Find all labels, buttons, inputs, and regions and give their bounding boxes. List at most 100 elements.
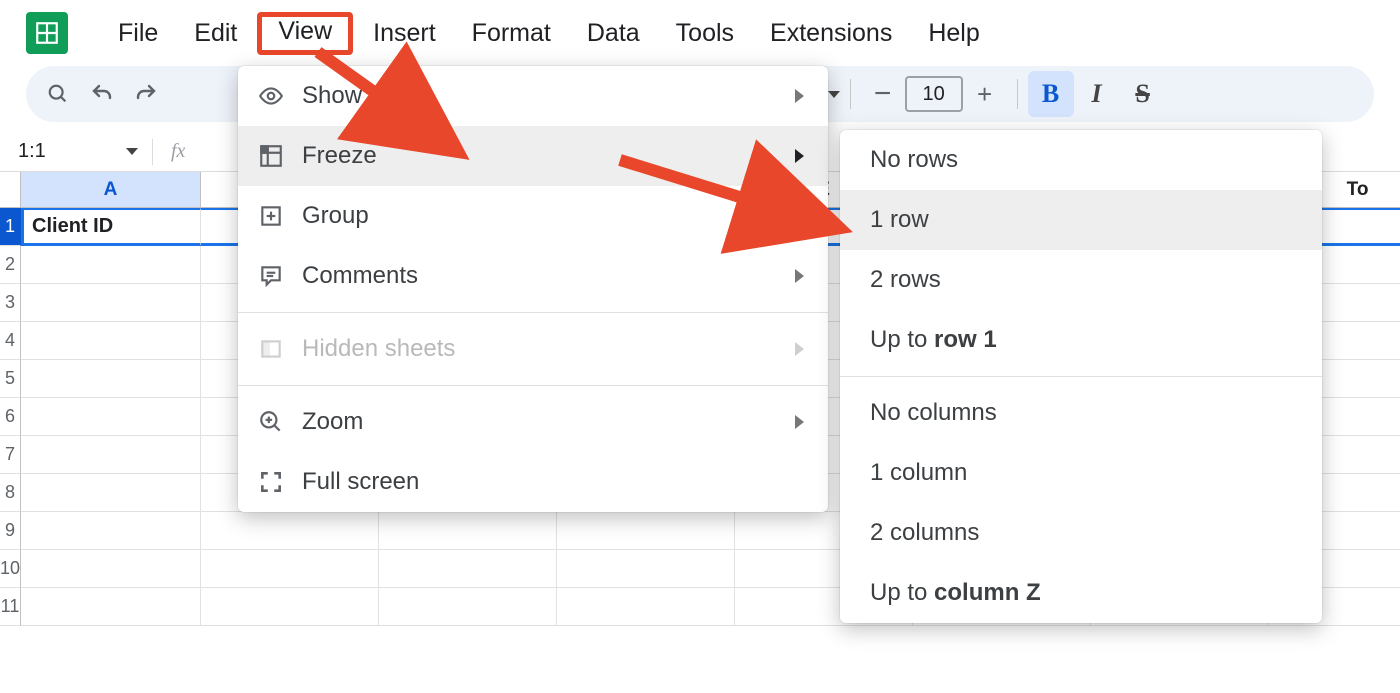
cell[interactable] [21,284,201,322]
italic-button[interactable]: I [1074,71,1120,117]
menu-extensions[interactable]: Extensions [754,13,908,54]
menu-label: Hidden sheets [302,335,795,363]
row-header[interactable]: 11 [0,588,21,626]
cell[interactable] [21,512,201,550]
menubar: File Edit View Insert Format Data Tools … [0,0,1400,66]
view-show[interactable]: Show [238,66,828,126]
strikethrough-button[interactable]: S [1120,71,1166,117]
row-header[interactable]: 8 [0,474,21,512]
cell[interactable] [379,512,557,550]
group-icon [258,203,302,229]
row-header[interactable]: 2 [0,246,21,284]
menu-label: Group [302,202,795,230]
cell[interactable] [21,550,201,588]
chevron-down-icon [126,148,138,155]
freeze-1-column[interactable]: 1 column [840,443,1322,503]
font-size-increase[interactable]: + [963,72,1007,116]
cell[interactable] [21,360,201,398]
view-comments[interactable]: Comments [238,246,828,306]
row-header[interactable]: 4 [0,322,21,360]
freeze-2-columns[interactable]: 2 columns [840,503,1322,563]
cell[interactable] [379,550,557,588]
freeze-submenu: No rows 1 row 2 rows Up to row 1 No colu… [840,130,1322,623]
fullscreen-icon [258,469,302,495]
submenu-arrow-icon [795,209,804,223]
menu-separator [238,312,828,313]
row-header[interactable]: 10 [0,550,21,588]
cell[interactable] [201,588,379,626]
chevron-down-icon [828,91,840,98]
menu-label: Show [302,82,795,110]
freeze-icon [258,143,302,169]
cell[interactable] [379,588,557,626]
menu-tools[interactable]: Tools [660,13,750,54]
cell[interactable] [557,588,735,626]
freeze-up-to-column[interactable]: Up to column Z [840,563,1322,623]
fx-icon: fx [171,140,185,163]
font-size-input[interactable]: 10 [905,76,963,112]
menu-label: Freeze [302,142,795,170]
submenu-arrow-icon [795,269,804,283]
view-hidden-sheets: Hidden sheets [238,319,828,379]
menu-label: Full screen [302,468,804,496]
menu-edit[interactable]: Edit [178,13,253,54]
row-header[interactable]: 7 [0,436,21,474]
menu-label: Comments [302,262,795,290]
undo-icon[interactable] [80,72,124,116]
menu-file[interactable]: File [102,13,174,54]
font-size-decrease[interactable]: − [861,72,905,116]
comments-icon [258,263,302,289]
cell[interactable] [21,588,201,626]
view-fullscreen[interactable]: Full screen [238,452,828,512]
cell[interactable] [21,474,201,512]
freeze-2-rows[interactable]: 2 rows [840,250,1322,310]
column-header[interactable]: A [21,172,201,208]
menu-separator [238,385,828,386]
view-zoom[interactable]: Zoom [238,392,828,452]
cell[interactable] [21,398,201,436]
menu-separator [840,376,1322,377]
sheets-logo-icon [26,12,68,54]
submenu-arrow-icon [795,415,804,429]
name-box[interactable]: 1:1 [10,140,152,163]
redo-icon[interactable] [124,72,168,116]
cell[interactable] [21,246,201,284]
submenu-arrow-icon [795,342,804,356]
menu-help[interactable]: Help [912,13,995,54]
freeze-no-columns[interactable]: No columns [840,383,1322,443]
row-header[interactable]: 1 [0,208,21,246]
cell[interactable] [21,322,201,360]
submenu-arrow-icon [795,149,804,163]
search-icon[interactable] [36,72,80,116]
view-group[interactable]: Group [238,186,828,246]
menu-insert[interactable]: Insert [357,13,452,54]
cell[interactable] [557,550,735,588]
submenu-arrow-icon [795,89,804,103]
freeze-no-rows[interactable]: No rows [840,130,1322,190]
view-menu: Show Freeze Group Comments Hidden sheets [238,66,828,512]
row-header[interactable]: 9 [0,512,21,550]
eye-icon [258,83,302,109]
separator [850,79,851,109]
cell[interactable] [21,436,201,474]
name-box-value: 1:1 [18,140,46,163]
view-freeze[interactable]: Freeze [238,126,828,186]
separator [1017,79,1018,109]
cell[interactable]: Client ID [21,208,201,246]
select-all-corner[interactable] [0,172,21,208]
row-header[interactable]: 3 [0,284,21,322]
hidden-sheets-icon [258,336,302,362]
freeze-up-to-row[interactable]: Up to row 1 [840,310,1322,370]
row-header[interactable]: 5 [0,360,21,398]
menu-label: Zoom [302,408,795,436]
menu-data[interactable]: Data [571,13,656,54]
row-header[interactable]: 6 [0,398,21,436]
cell[interactable] [557,512,735,550]
menu-view[interactable]: View [257,12,353,55]
zoom-icon [258,409,302,435]
menu-format[interactable]: Format [456,13,567,54]
cell[interactable] [201,550,379,588]
cell[interactable] [201,512,379,550]
freeze-1-row[interactable]: 1 row [840,190,1322,250]
bold-button[interactable]: B [1028,71,1074,117]
